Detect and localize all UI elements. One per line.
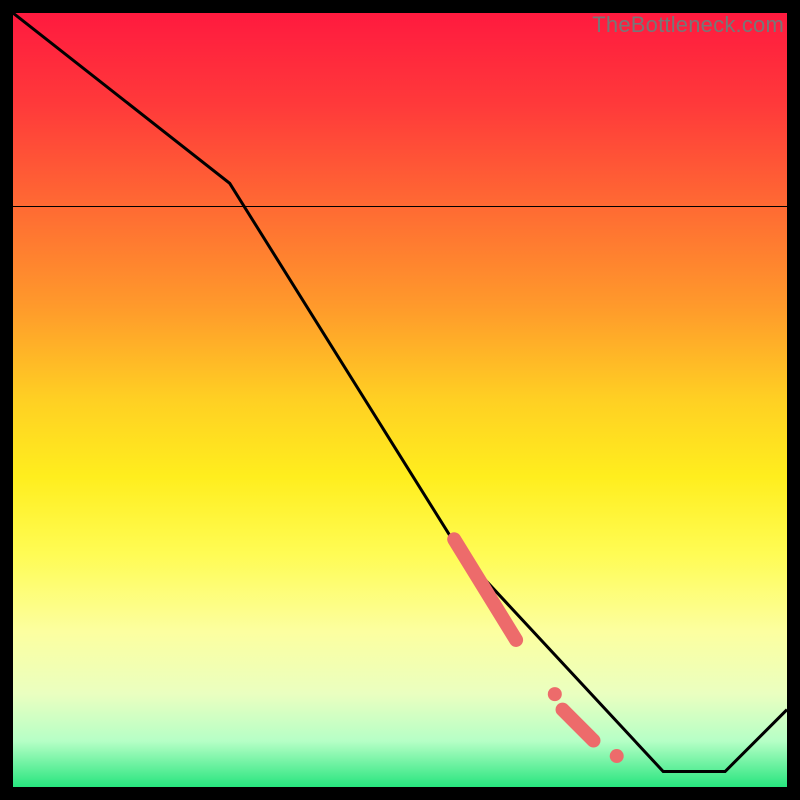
highlight-segment [454, 539, 516, 640]
watermark-text: TheBottleneck.com [592, 12, 784, 38]
chart-canvas: TheBottleneck.com [0, 0, 800, 800]
highlight-dot [610, 749, 624, 763]
series-line [13, 13, 787, 772]
highlight-dot [548, 687, 562, 701]
highlight-segment [563, 710, 594, 741]
chart-svg [13, 13, 787, 787]
plot-area [13, 13, 787, 787]
